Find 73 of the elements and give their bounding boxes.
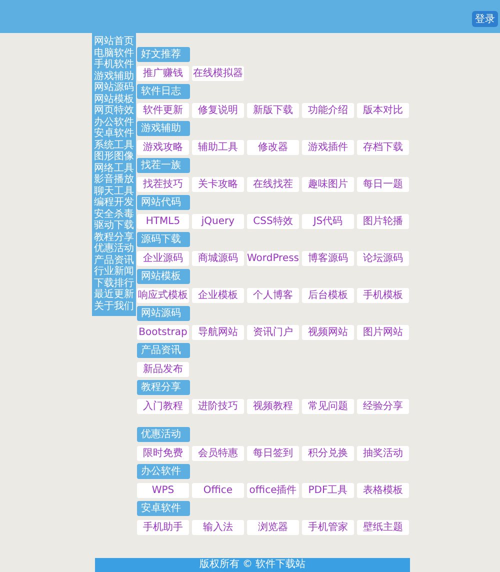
link-card[interactable]: 博客源码: [302, 251, 354, 266]
footer-text: 版权所有 © 软件下载站: [199, 559, 306, 570]
link-card[interactable]: 修复说明: [192, 103, 244, 118]
link-card[interactable]: 壁纸主题: [357, 520, 409, 535]
link-card[interactable]: PDF工具: [302, 483, 354, 498]
link-card[interactable]: 企业模板: [192, 288, 244, 303]
link-card[interactable]: 视频网站: [302, 325, 354, 340]
link-card[interactable]: 功能介绍: [302, 103, 354, 118]
link-card[interactable]: 图片网站: [357, 325, 409, 340]
section-title: 源码下载: [137, 232, 190, 247]
link-card[interactable]: HTML5: [137, 214, 189, 229]
link-card[interactable]: 版本对比: [357, 103, 409, 118]
link-card[interactable]: 输入法: [192, 520, 244, 535]
link-card[interactable]: 导航网站: [192, 325, 244, 340]
link-card[interactable]: jQuery: [192, 214, 244, 229]
link-card[interactable]: Office: [192, 483, 244, 498]
link-card[interactable]: 限时免费: [137, 446, 189, 461]
section-title: 网站源码: [137, 306, 190, 321]
link-card[interactable]: JS代码: [302, 214, 354, 229]
link-card[interactable]: 手机管家: [302, 520, 354, 535]
link-card[interactable]: 游戏插件: [302, 140, 354, 155]
link-card[interactable]: 推广赚钱: [137, 66, 189, 81]
section-title: 找茬一族: [137, 158, 190, 173]
link-card[interactable]: 经验分享: [357, 399, 409, 414]
link-card[interactable]: 资讯门户: [247, 325, 299, 340]
link-card[interactable]: 在线找茬: [247, 177, 299, 192]
section-title: 产品资讯: [137, 343, 190, 358]
section-title: 游戏辅助: [137, 121, 190, 136]
link-card[interactable]: 关卡攻略: [192, 177, 244, 192]
link-card[interactable]: 手机模板: [357, 288, 409, 303]
section-title: 优惠活动: [137, 427, 190, 442]
link-card[interactable]: 修改器: [247, 140, 299, 155]
link-card[interactable]: 后台模板: [302, 288, 354, 303]
section-title: 好文推荐: [137, 47, 190, 62]
link-card[interactable]: 存档下载: [357, 140, 409, 155]
link-card[interactable]: 积分兑换: [302, 446, 354, 461]
link-card[interactable]: 每日一题: [357, 177, 409, 192]
link-card[interactable]: 论坛源码: [357, 251, 409, 266]
link-card[interactable]: 个人博客: [247, 288, 299, 303]
link-card[interactable]: 抽奖活动: [357, 446, 409, 461]
section-title: 办公软件: [137, 464, 190, 479]
link-card[interactable]: 进阶技巧: [192, 399, 244, 414]
link-card[interactable]: 表格模板: [357, 483, 409, 498]
link-card[interactable]: Bootstrap: [137, 325, 189, 340]
section-title: 软件日志: [137, 84, 190, 99]
section-title: 网站模板: [137, 269, 190, 284]
link-card[interactable]: 游戏攻略: [137, 140, 189, 155]
link-card[interactable]: 每日签到: [247, 446, 299, 461]
link-card[interactable]: 响应式模板: [137, 288, 189, 303]
link-card[interactable]: 趣味图片: [302, 177, 354, 192]
link-card[interactable]: 软件更新: [137, 103, 189, 118]
link-card[interactable]: 视频教程: [247, 399, 299, 414]
link-card[interactable]: 在线模拟器: [192, 66, 244, 81]
login-button[interactable]: 登录: [472, 10, 498, 26]
link-card[interactable]: CSS特效: [247, 214, 299, 229]
link-card[interactable]: 手机助手: [137, 520, 189, 535]
link-card[interactable]: 图片轮播: [357, 214, 409, 229]
link-card[interactable]: 浏览器: [247, 520, 299, 535]
link-card[interactable]: 找茬技巧: [137, 177, 189, 192]
link-card[interactable]: 新品发布: [137, 362, 189, 377]
section-title: 网站代码: [137, 195, 190, 210]
link-card[interactable]: 辅助工具: [192, 140, 244, 155]
link-card[interactable]: 商城源码: [192, 251, 244, 266]
section-title: 教程分享: [137, 380, 190, 395]
link-card[interactable]: 企业源码: [137, 251, 189, 266]
link-card[interactable]: WPS: [137, 483, 189, 498]
link-card[interactable]: office插件: [247, 483, 299, 498]
link-card[interactable]: 常见问题: [302, 399, 354, 414]
link-card[interactable]: 新版下载: [247, 103, 299, 118]
section-title: 安卓软件: [137, 501, 190, 516]
link-card[interactable]: 会员特惠: [192, 446, 244, 461]
link-card[interactable]: 入门教程: [137, 399, 189, 414]
link-card[interactable]: WordPress: [247, 251, 299, 266]
